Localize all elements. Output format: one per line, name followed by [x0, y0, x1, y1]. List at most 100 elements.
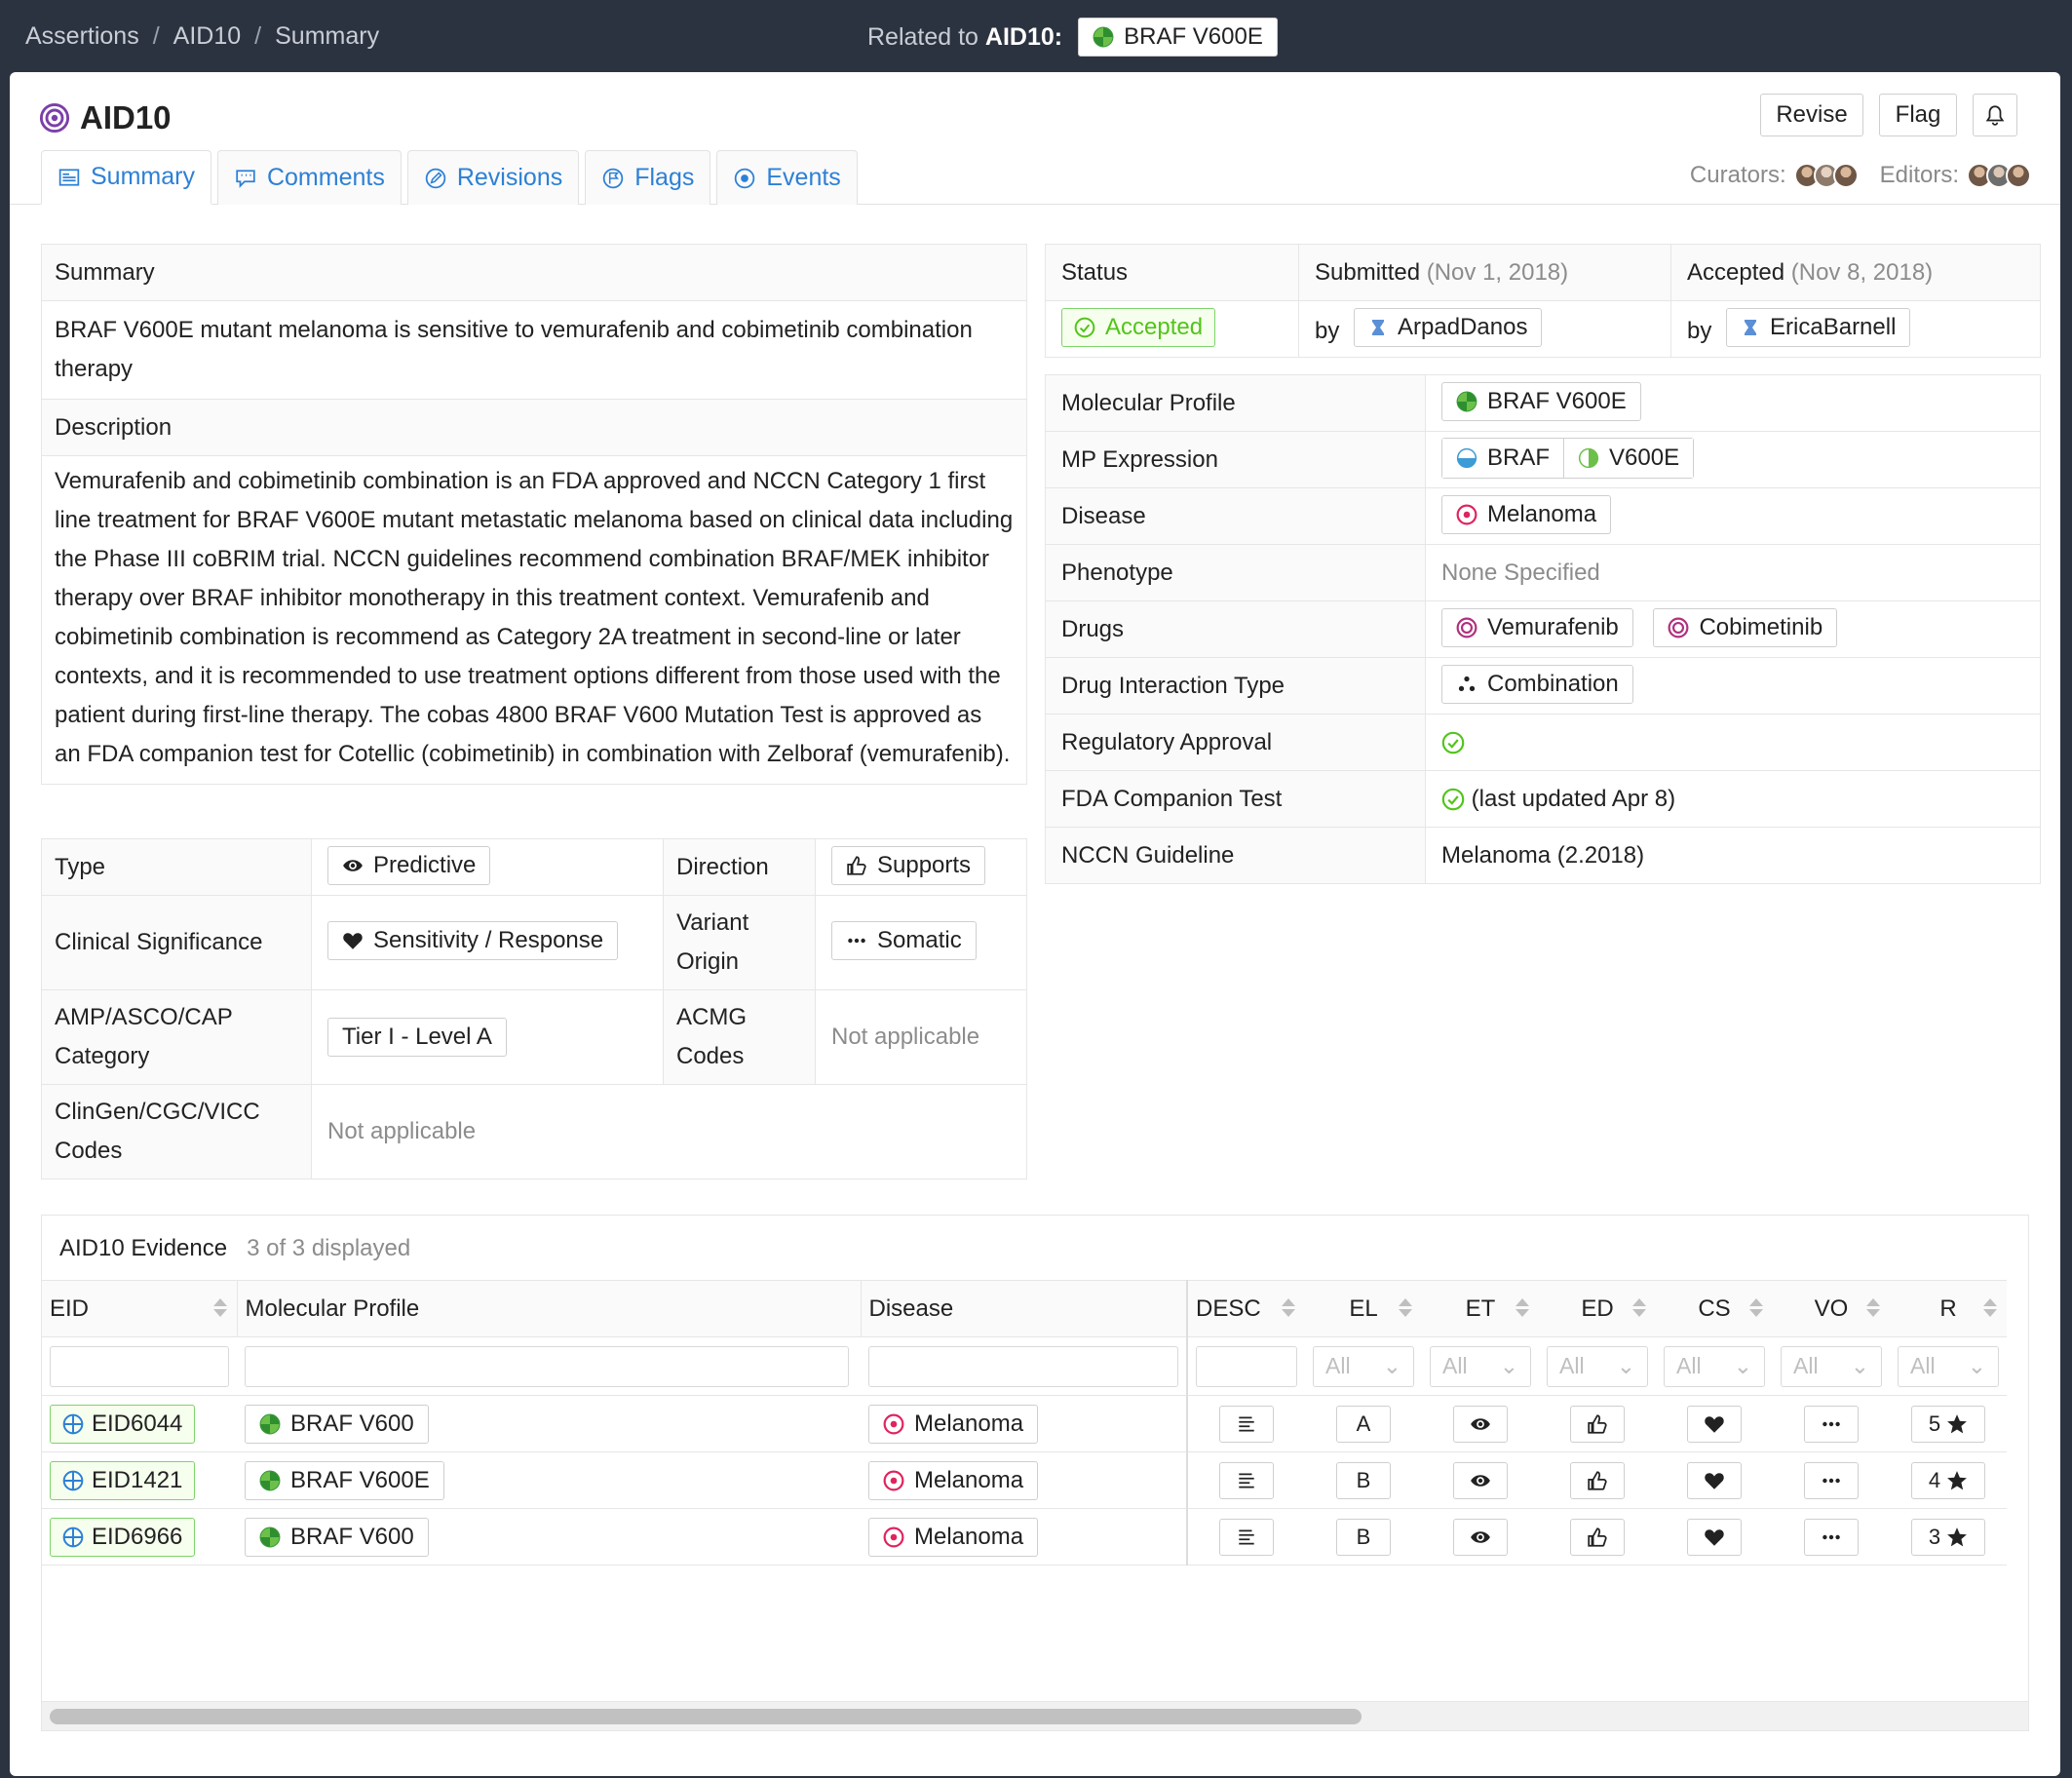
evidence-level-badge[interactable]: B	[1336, 1461, 1391, 1499]
avatar[interactable]	[2006, 163, 2031, 188]
related-molecular-profile-tag[interactable]: BRAF V600E	[1078, 18, 1278, 57]
vo-filter-select[interactable]: All ⌄	[1781, 1345, 1882, 1387]
disease-tag[interactable]: Melanoma	[868, 1460, 1039, 1500]
molecular-profile-tag[interactable]: BRAF V600	[245, 1517, 429, 1557]
drug-tag-cobimetinib[interactable]: Cobimetinib	[1653, 607, 1838, 647]
tab-summary[interactable]: Summary	[41, 150, 211, 205]
summary-label: Summary	[41, 244, 1027, 301]
evidence-id-tag[interactable]: EID1421	[50, 1460, 196, 1500]
column-label: EL	[1349, 1295, 1378, 1322]
evidence-direction-badge[interactable]	[1570, 1461, 1625, 1499]
subscribe-button[interactable]	[1973, 94, 2017, 136]
breadcrumb-aid10[interactable]: AID10	[173, 22, 241, 51]
variant-origin-badge[interactable]	[1804, 1405, 1859, 1443]
related-id: AID10:	[984, 22, 1063, 51]
evidence-id: EID1421	[92, 1466, 183, 1493]
eid-filter-input[interactable]	[50, 1345, 229, 1387]
column-et[interactable]: ET	[1422, 1280, 1539, 1337]
horizontal-scrollbar-track	[42, 1701, 2028, 1730]
revise-button[interactable]: Revise	[1760, 94, 1863, 136]
molecular-profile-icon	[1456, 391, 1477, 412]
clinical-significance-badge[interactable]	[1687, 1518, 1742, 1556]
tab-flags[interactable]: Flags	[585, 150, 711, 205]
evidence-direction-badge[interactable]	[1570, 1518, 1625, 1556]
el-filter-select[interactable]: All ⌄	[1313, 1345, 1414, 1387]
gene-tag[interactable]: BRAF	[1442, 439, 1565, 478]
cs-filter-select[interactable]: All ⌄	[1664, 1345, 1765, 1387]
evidence-type-badge[interactable]	[1453, 1405, 1508, 1443]
description-button[interactable]	[1219, 1461, 1274, 1499]
column-desc[interactable]: DESC	[1186, 1280, 1305, 1337]
column-vo[interactable]: VO	[1773, 1280, 1890, 1337]
column-ed[interactable]: ED	[1539, 1280, 1656, 1337]
avatar[interactable]	[1832, 163, 1859, 188]
molecular-profile-tag[interactable]: BRAF V600E	[1441, 381, 1641, 421]
sort-icon[interactable]	[1866, 1298, 1880, 1317]
ed-filter-select[interactable]: All ⌄	[1547, 1345, 1648, 1387]
flag-button[interactable]: Flag	[1879, 94, 1957, 136]
description-button[interactable]	[1219, 1405, 1274, 1443]
heart-icon	[1704, 1413, 1725, 1435]
related-to: Related to AID10: BRAF V600E	[867, 18, 1278, 57]
variant-tag[interactable]: V600E	[1564, 439, 1694, 478]
column-el[interactable]: EL	[1305, 1280, 1422, 1337]
acceptor-tag[interactable]: EricaBarnell	[1726, 307, 1911, 347]
variant-origin-tag[interactable]: Somatic	[831, 921, 977, 960]
molecular-profile-tag[interactable]: BRAF V600	[245, 1404, 429, 1444]
drug-tag-vemurafenib[interactable]: Vemurafenib	[1441, 607, 1633, 647]
rating-badge[interactable]: 5	[1911, 1405, 1985, 1443]
tab-events[interactable]: Events	[716, 150, 858, 205]
sort-icon[interactable]	[1282, 1298, 1295, 1317]
rating-badge[interactable]: 4	[1911, 1461, 1985, 1499]
rating-badge[interactable]: 3	[1911, 1518, 1985, 1556]
disease-filter-input[interactable]	[868, 1345, 1178, 1387]
evidence-level-badge[interactable]: A	[1336, 1405, 1391, 1443]
column-r[interactable]: R	[1890, 1280, 2007, 1337]
chevron-down-icon: ⌄	[1616, 1353, 1635, 1378]
tab-comments[interactable]: Comments	[216, 150, 402, 205]
sort-icon[interactable]	[1516, 1298, 1529, 1317]
r-filter-select[interactable]: All ⌄	[1898, 1345, 1999, 1387]
disease-tag[interactable]: Melanoma	[868, 1517, 1039, 1557]
disease-tag[interactable]: Melanoma	[868, 1404, 1039, 1444]
evidence-table: EID Molecular Profile Disease DESC EL ET…	[42, 1280, 2007, 1565]
evidence-header-row: EID Molecular Profile Disease DESC EL ET…	[42, 1280, 2007, 1337]
acmg-codes-value: Not applicable	[815, 989, 1027, 1085]
disease-tag[interactable]: Melanoma	[1441, 494, 1612, 534]
page-title: AID10	[39, 99, 172, 136]
clinical-significance-badge[interactable]	[1687, 1405, 1742, 1443]
variant-origin-badge[interactable]	[1804, 1461, 1859, 1499]
sort-icon[interactable]	[212, 1298, 227, 1317]
amp-category-tag[interactable]: Tier I - Level A	[327, 1018, 507, 1057]
evidence-type-badge[interactable]	[1453, 1518, 1508, 1556]
description-button[interactable]	[1219, 1518, 1274, 1556]
sort-icon[interactable]	[1399, 1298, 1412, 1317]
desc-filter-input[interactable]	[1196, 1345, 1297, 1387]
breadcrumb-assertions[interactable]: Assertions	[25, 22, 139, 51]
nccn-guideline-value: Melanoma (2.2018)	[1425, 827, 2041, 884]
column-label: VO	[1814, 1295, 1849, 1322]
evidence-level-badge[interactable]: B	[1336, 1518, 1391, 1556]
submitter-tag[interactable]: ArpadDanos	[1354, 307, 1543, 347]
type-tag[interactable]: Predictive	[327, 845, 491, 885]
variant-origin-badge[interactable]	[1804, 1518, 1859, 1556]
sort-icon[interactable]	[1632, 1298, 1646, 1317]
tab-revisions[interactable]: Revisions	[406, 150, 580, 205]
sort-icon[interactable]	[1983, 1298, 1997, 1317]
mp-expression-label: MP Expression	[1045, 431, 1426, 488]
molecular-profile-tag[interactable]: BRAF V600E	[245, 1460, 444, 1500]
column-eid[interactable]: EID	[42, 1280, 237, 1337]
evidence-id-tag[interactable]: EID6044	[50, 1404, 196, 1444]
evidence-type-badge[interactable]	[1453, 1461, 1508, 1499]
column-cs[interactable]: CS	[1656, 1280, 1773, 1337]
evidence-id-tag[interactable]: EID6966	[50, 1517, 196, 1557]
molecular-profile-filter-input[interactable]	[245, 1345, 849, 1387]
drug-interaction-tag[interactable]: Combination	[1441, 664, 1633, 704]
sort-icon[interactable]	[1749, 1298, 1763, 1317]
et-filter-select[interactable]: All ⌄	[1430, 1345, 1531, 1387]
clinical-significance-badge[interactable]	[1687, 1461, 1742, 1499]
direction-tag[interactable]: Supports	[831, 845, 986, 885]
evidence-direction-badge[interactable]	[1570, 1405, 1625, 1443]
horizontal-scrollbar[interactable]	[50, 1709, 1362, 1724]
clinical-significance-tag[interactable]: Sensitivity / Response	[327, 921, 619, 960]
